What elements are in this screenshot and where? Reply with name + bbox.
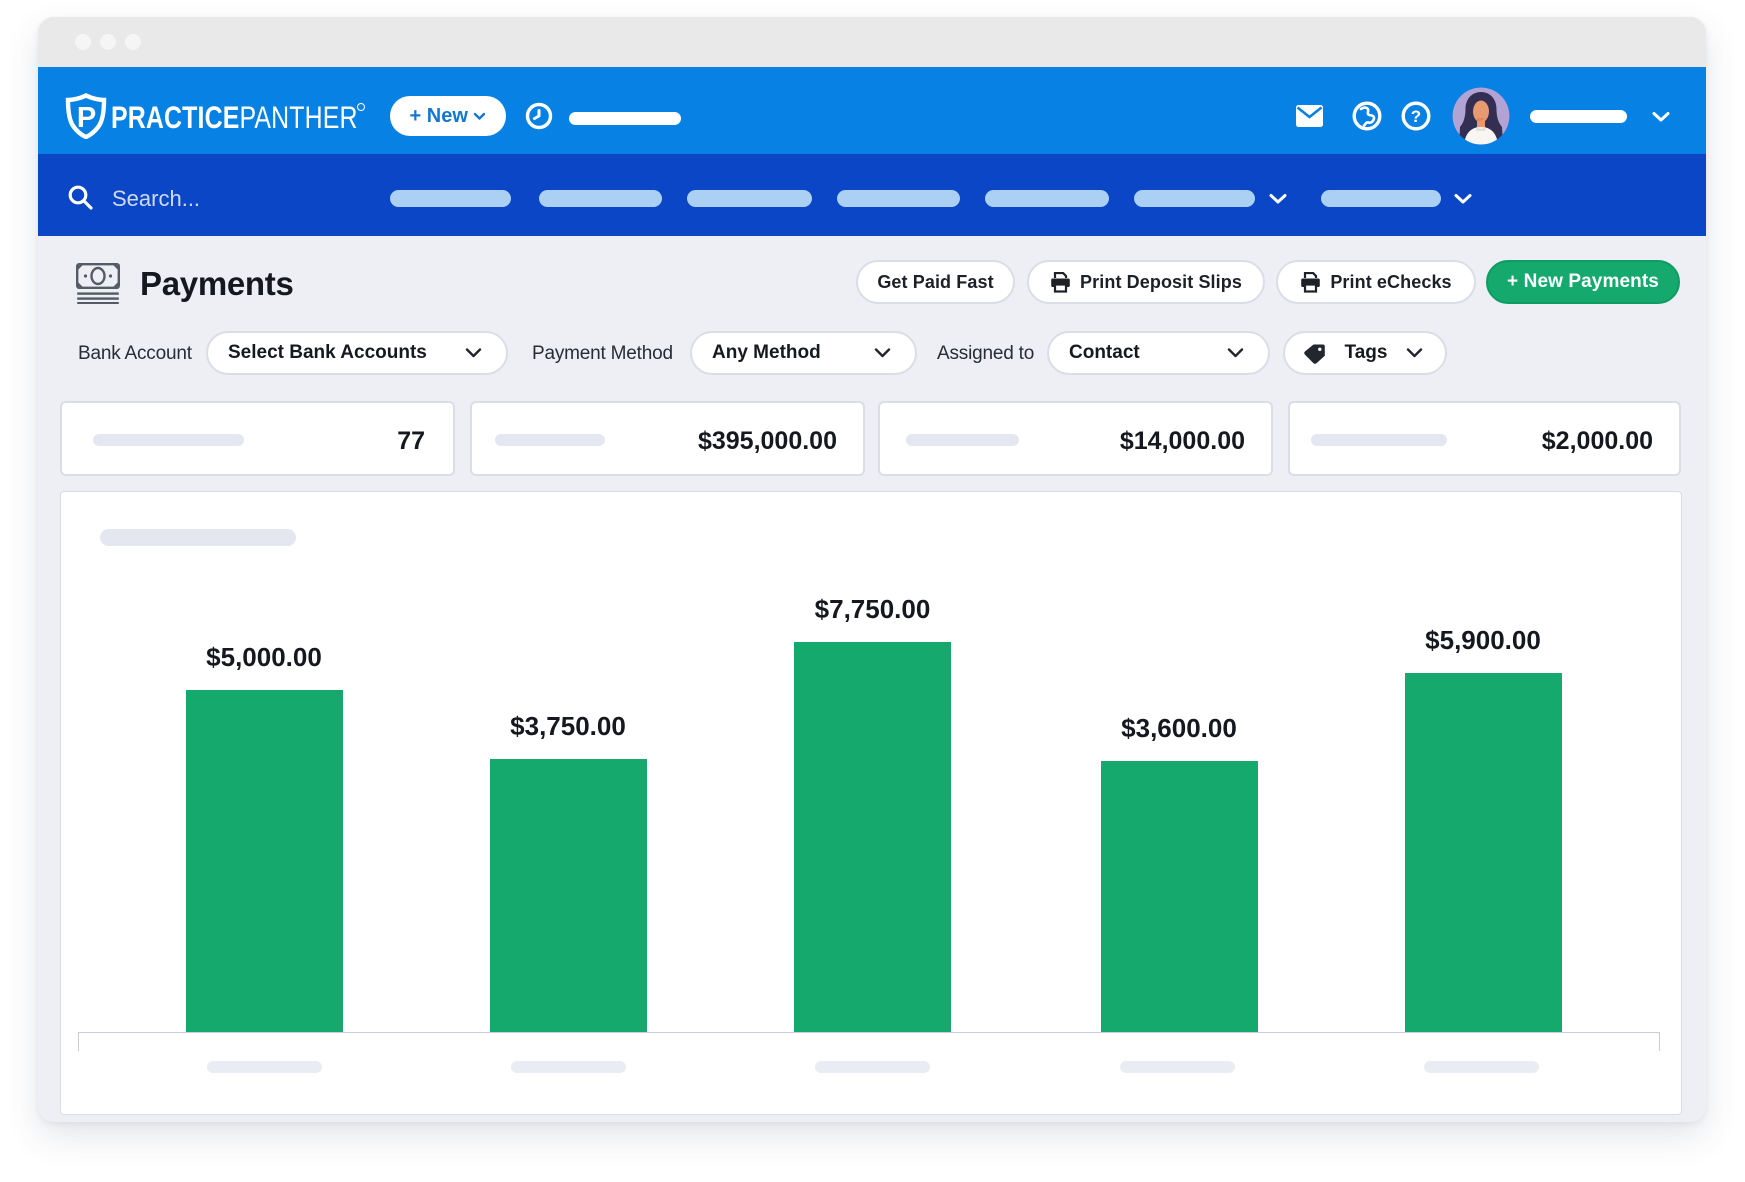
svg-text:P: P [77,102,96,134]
svg-text:?: ? [1411,107,1421,126]
